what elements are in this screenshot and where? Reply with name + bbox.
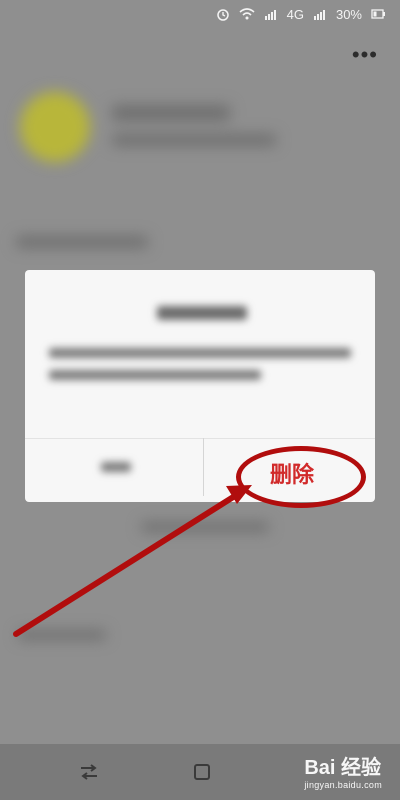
square-icon[interactable] <box>190 760 214 784</box>
annotation-arrow <box>13 485 252 637</box>
navigation-bar: Bai 经验 jingyan.baidu.com <box>0 744 400 800</box>
watermark-title: Bai 经验 <box>304 757 382 779</box>
swap-icon[interactable] <box>77 760 101 784</box>
watermark-url: jingyan.baidu.com <box>304 780 382 790</box>
baidu-watermark: Bai 经验 jingyan.baidu.com <box>304 758 382 790</box>
